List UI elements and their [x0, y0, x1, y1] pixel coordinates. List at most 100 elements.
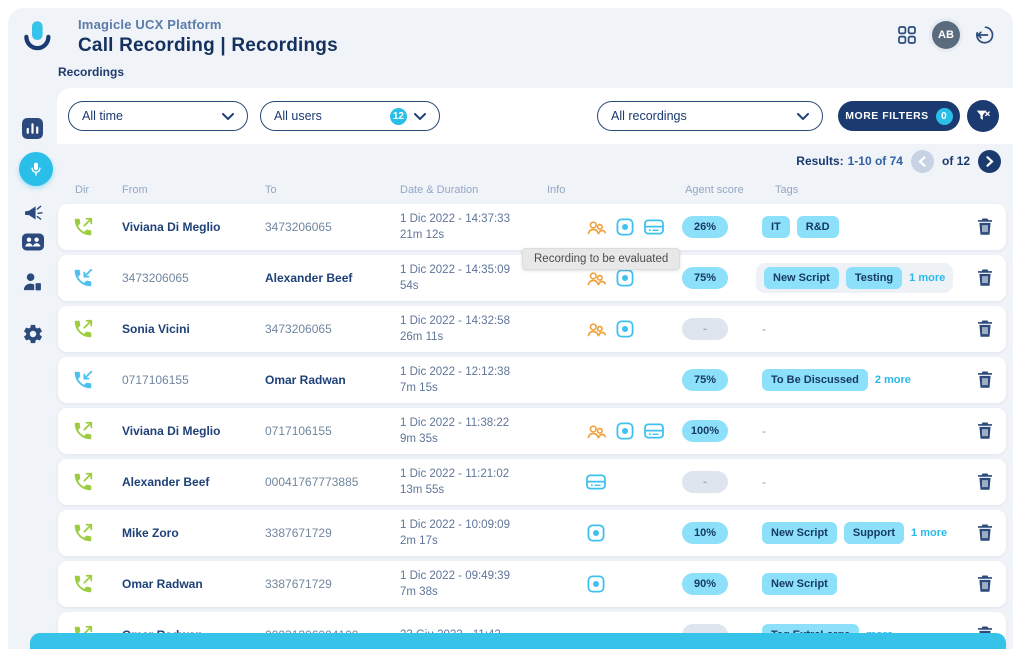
delete-recording-button[interactable] — [976, 524, 994, 543]
agent-score-cell: 10% — [682, 522, 728, 544]
recordings-filter-label: All recordings — [611, 109, 687, 123]
delete-recording-button[interactable] — [976, 575, 994, 594]
delete-recording-button[interactable] — [976, 422, 994, 441]
sidebar-item-announcements[interactable] — [8, 203, 57, 224]
logout-icon[interactable] — [975, 25, 995, 45]
delete-recording-button[interactable] — [976, 218, 994, 237]
col-info: Info — [547, 184, 565, 196]
to-cell[interactable]: Omar Radwan — [265, 373, 397, 387]
info-icons — [586, 523, 606, 543]
sidebar-item-analytics[interactable] — [8, 118, 57, 139]
chevron-down-icon — [414, 113, 426, 120]
bottom-bar — [30, 633, 1006, 649]
to-cell[interactable]: Alexander Beef — [265, 271, 397, 285]
users-filter-dropdown[interactable]: All users 12 — [260, 101, 440, 131]
no-tags-dash: - — [762, 322, 766, 336]
apps-grid-icon[interactable] — [897, 25, 917, 45]
gear-icon — [22, 323, 44, 345]
more-tags-link[interactable]: 1 more — [909, 272, 945, 284]
sidebar-item-call-recording[interactable] — [19, 152, 53, 186]
col-dir: Dir — [75, 184, 89, 196]
tag-pill[interactable]: Testing — [846, 267, 902, 289]
to-cell[interactable]: 3387671729 — [265, 577, 397, 591]
from-cell[interactable]: Viviana Di Meglio — [122, 424, 262, 438]
agent-score-badge: - — [682, 471, 728, 493]
agent-score-cell: - — [682, 318, 728, 340]
tag-pill[interactable]: New Script — [762, 522, 837, 544]
more-tags-link[interactable]: 2 more — [875, 374, 911, 386]
table-row[interactable]: Mike Zoro 3387671729 1 Dic 2022 - 10:09:… — [58, 510, 1006, 556]
results-label: Results: — [796, 154, 843, 168]
microphone-logo — [20, 20, 54, 60]
tags-cell: - — [762, 424, 766, 438]
table-row[interactable]: Sonia Vicini 3473206065 1 Dic 2022 - 14:… — [58, 306, 1006, 352]
tag-pill[interactable]: R&D — [797, 216, 839, 238]
tags-cell: - — [762, 475, 766, 489]
agent-score-badge: 90% — [682, 573, 728, 595]
tags-cell: To Be Discussed 2 more — [762, 369, 911, 391]
to-cell[interactable]: 00041767773885 — [265, 475, 397, 489]
tags-cell: New Script — [762, 573, 844, 595]
prev-page-button[interactable] — [911, 150, 934, 173]
info-icons — [586, 268, 635, 288]
filter-bar: All time All users 12 All recordings MOR… — [57, 88, 1013, 144]
tag-pill[interactable]: New Script — [762, 573, 837, 595]
users-filter-label: All users — [274, 109, 322, 123]
avatar[interactable]: AB — [932, 21, 960, 49]
table-row[interactable]: Viviana Di Meglio 0717106155 1 Dic 2022 … — [58, 408, 1006, 454]
screen-record-icon — [615, 319, 635, 339]
agent-score-cell: 100% — [682, 420, 728, 442]
more-tags-link[interactable]: 1 more — [911, 527, 947, 539]
trash-icon — [977, 473, 993, 491]
more-filters-label: MORE FILTERS — [845, 110, 928, 122]
page-of-label: of 12 — [942, 154, 970, 168]
to-cell[interactable]: 3473206065 — [265, 220, 397, 234]
table-header: Dir From To Date & Duration Info Agent s… — [58, 184, 1006, 200]
delete-recording-button[interactable] — [976, 473, 994, 492]
date-duration-cell: 1 Dic 2022 - 11:38:22 9m 35s — [400, 415, 555, 447]
microphone-icon — [27, 160, 45, 178]
sidebar-item-settings[interactable] — [8, 323, 57, 345]
date-duration-cell: 1 Dic 2022 - 10:09:09 2m 17s — [400, 517, 555, 549]
screen-record-icon — [586, 523, 606, 543]
table-row[interactable]: Alexander Beef 00041767773885 1 Dic 2022… — [58, 459, 1006, 505]
agent-score-cell: 75% — [682, 267, 728, 289]
outgoing-call-icon — [72, 318, 94, 340]
next-page-button[interactable] — [978, 150, 1001, 173]
tag-pill[interactable]: To Be Discussed — [762, 369, 868, 391]
analytics-icon — [22, 118, 43, 139]
time-filter-dropdown[interactable]: All time — [68, 101, 248, 131]
agent-score-badge: 100% — [682, 420, 728, 442]
tag-pill[interactable]: Support — [844, 522, 904, 544]
table-row[interactable]: 0717106155 Omar Radwan 1 Dic 2022 - 12:1… — [58, 357, 1006, 403]
recordings-filter-dropdown[interactable]: All recordings — [597, 101, 823, 131]
tag-pill[interactable]: IT — [762, 216, 790, 238]
clear-filters-button[interactable] — [967, 100, 999, 132]
outgoing-call-icon — [72, 420, 94, 442]
to-cell[interactable]: 3387671729 — [265, 526, 397, 540]
table-row[interactable]: Viviana Di Meglio 3473206065 1 Dic 2022 … — [58, 204, 1006, 250]
date-value: 1 Dic 2022 - 14:37:33 — [400, 211, 555, 227]
to-cell[interactable]: 3473206065 — [265, 322, 397, 336]
from-cell[interactable]: Mike Zoro — [122, 526, 262, 540]
duration-value: 13m 55s — [400, 482, 555, 498]
from-cell[interactable]: 3473206065 — [122, 271, 262, 285]
trash-icon — [977, 575, 993, 593]
from-cell[interactable]: Viviana Di Meglio — [122, 220, 262, 234]
table-row[interactable]: Omar Radwan 3387671729 1 Dic 2022 - 09:4… — [58, 561, 1006, 607]
people-icon — [586, 268, 606, 288]
screen-record-icon — [615, 421, 635, 441]
to-cell[interactable]: 0717106155 — [265, 424, 397, 438]
more-filters-button[interactable]: MORE FILTERS 0 — [838, 101, 960, 131]
delete-recording-button[interactable] — [976, 269, 994, 288]
delete-recording-button[interactable] — [976, 320, 994, 339]
from-cell[interactable]: Omar Radwan — [122, 577, 262, 591]
delete-recording-button[interactable] — [976, 371, 994, 390]
tag-pill[interactable]: New Script — [764, 267, 839, 289]
from-cell[interactable]: Alexander Beef — [122, 475, 262, 489]
from-cell[interactable]: Sonia Vicini — [122, 322, 262, 336]
sidebar-item-directory[interactable] — [8, 233, 57, 252]
from-cell[interactable]: 0717106155 — [122, 373, 262, 387]
col-agent-score: Agent score — [685, 184, 744, 196]
sidebar-item-agents[interactable] — [8, 272, 57, 292]
